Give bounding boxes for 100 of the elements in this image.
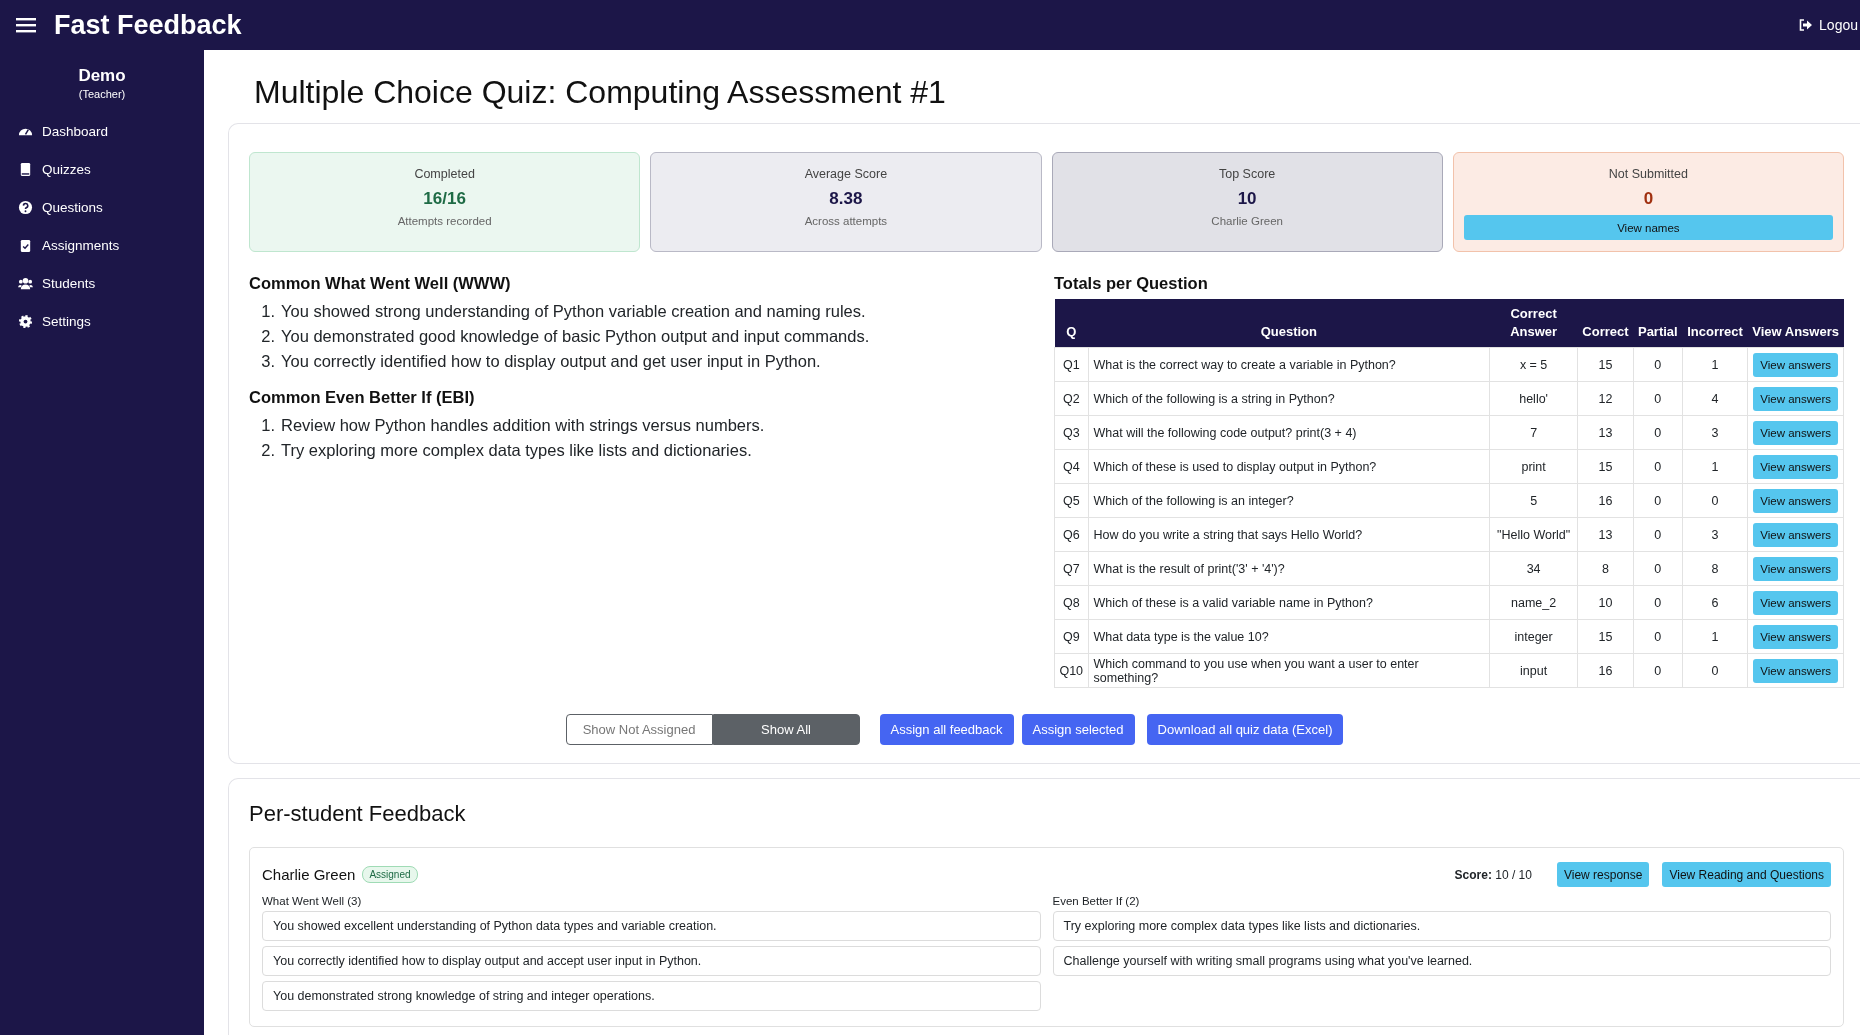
table-cell: 0 xyxy=(1633,415,1683,450)
table-cell: What data type is the value 10? xyxy=(1088,619,1490,654)
table-cell: 3 xyxy=(1682,415,1748,450)
stat-caption: Charlie Green xyxy=(1211,215,1283,227)
section-heading: Common What Went Well (WWW) xyxy=(249,274,512,293)
view-answers-button[interactable]: View answers xyxy=(1753,488,1838,513)
action-button[interactable]: Assign selected xyxy=(1021,714,1135,745)
view-answers-button[interactable]: View answers xyxy=(1753,658,1838,683)
table-cell: Q6 xyxy=(1054,517,1088,552)
sidebar-item[interactable]: Settings xyxy=(0,302,204,340)
view-answers-button[interactable]: View answers xyxy=(1753,522,1838,547)
menu-icon[interactable] xyxy=(16,17,36,33)
table-cell: 15 xyxy=(1577,449,1634,484)
table-cell: Q5 xyxy=(1054,483,1088,518)
settings-icon xyxy=(18,313,33,329)
clipboard-check-icon xyxy=(18,237,33,253)
table-cell: 0 xyxy=(1633,585,1683,620)
feedback-item: You showed strong understanding of Python variable creation and naming rules. xyxy=(281,301,866,322)
feedback-field: You correctly identified how to display output and accept user input in Python. xyxy=(262,946,1041,976)
section-heading: Common Even Better If (EBI) xyxy=(249,388,476,407)
stat-label: Top Score xyxy=(1219,167,1276,181)
column-header: Incorrect xyxy=(1682,299,1748,348)
column-header: Partial xyxy=(1633,299,1683,348)
feedback-label: What Went Well (3) xyxy=(262,895,363,907)
table-cell: Which of the following is an integer? xyxy=(1088,483,1490,518)
section-heading: Totals per Question xyxy=(1054,274,1209,293)
table-cell: Which command to you use when you want a user to enter something? xyxy=(1088,653,1490,688)
feedback-item: Review how Python handles addition with strings versus numbers. xyxy=(281,415,765,436)
table-cell: 15 xyxy=(1577,347,1634,382)
table-cell: Q8 xyxy=(1054,585,1088,620)
table-cell: 0 xyxy=(1633,347,1683,382)
table-cell: 0 xyxy=(1633,517,1683,552)
table-cell: 0 xyxy=(1633,619,1683,654)
view-answers-button[interactable]: View answers xyxy=(1753,386,1838,411)
score-text: Score: 10 / 10 xyxy=(1454,867,1532,882)
feedback-item: You correctly identified how to display output and get user input in Python. xyxy=(281,351,821,372)
stat-caption: Across attempts xyxy=(804,215,888,227)
question-icon xyxy=(18,199,33,215)
student-action-button[interactable]: View Reading and Questions xyxy=(1662,862,1831,887)
view-answers-button[interactable]: View answers xyxy=(1753,556,1838,581)
user-name: Demo xyxy=(77,66,127,86)
table-cell: Q3 xyxy=(1054,415,1088,450)
table-cell: Q2 xyxy=(1054,381,1088,416)
sidebar-item[interactable]: Assignments xyxy=(0,226,204,264)
logout-link[interactable]: Logou xyxy=(1799,17,1858,33)
table-cell: 1 xyxy=(1682,347,1748,382)
table-cell: 7 xyxy=(1489,415,1578,450)
sidebar-item[interactable]: Quizzes xyxy=(0,150,204,188)
table-cell: 0 xyxy=(1633,551,1683,586)
view-names-button[interactable]: View names xyxy=(1463,215,1833,240)
table-cell: 0 xyxy=(1633,381,1683,416)
table-cell: How do you write a string that says Hello World? xyxy=(1088,517,1490,552)
column-header: Q xyxy=(1054,299,1088,348)
filter-toggle[interactable]: Show All xyxy=(712,714,860,745)
stat-value: 0 xyxy=(1643,189,1654,209)
table-cell: 4 xyxy=(1682,381,1748,416)
users-icon xyxy=(18,275,33,291)
column-header: Question xyxy=(1088,299,1490,348)
column-header: Correct xyxy=(1577,299,1634,348)
feedback-field: You showed excellent understanding of Python data types and variable creation. xyxy=(262,911,1041,941)
table-cell: 0 xyxy=(1633,449,1683,484)
feedback-label: Even Better If (2) xyxy=(1052,895,1141,907)
view-answers-button[interactable]: View answers xyxy=(1753,624,1838,649)
status-badge: Assigned xyxy=(362,866,418,883)
table-cell: What is the correct way to create a variable in Python? xyxy=(1088,347,1490,382)
student-name: Charlie Green xyxy=(262,866,356,883)
action-button[interactable]: Assign all feedback xyxy=(879,714,1014,745)
list-number: 2. xyxy=(260,440,275,461)
table-cell: 34 xyxy=(1489,551,1578,586)
view-answers-button[interactable]: View answers xyxy=(1753,454,1838,479)
student-action-button[interactable]: View response xyxy=(1556,862,1650,887)
table-cell: 6 xyxy=(1682,585,1748,620)
table-cell: Q1 xyxy=(1054,347,1088,382)
table-cell: Which of these is used to display output in Python? xyxy=(1088,449,1490,484)
table-cell: What will the following code output? print(3 + 4) xyxy=(1088,415,1490,450)
logout-icon xyxy=(1799,19,1814,31)
table-cell: 1 xyxy=(1682,449,1748,484)
feedback-field: Try exploring more complex data types like lists and dictionaries. xyxy=(1052,911,1831,941)
book-icon xyxy=(18,161,33,177)
table-cell: x = 5 xyxy=(1489,347,1578,382)
table-cell: name_2 xyxy=(1489,585,1578,620)
sidebar-item[interactable]: Students xyxy=(0,264,204,302)
view-answers-button[interactable]: View answers xyxy=(1753,352,1838,377)
view-answers-button[interactable]: View answers xyxy=(1753,420,1838,445)
table-cell: 0 xyxy=(1633,483,1683,518)
stat-value: 16/16 xyxy=(423,189,466,209)
list-number: 1. xyxy=(260,301,275,322)
table-cell: Q4 xyxy=(1054,449,1088,484)
stat-label: Completed xyxy=(414,167,475,181)
table-cell: 13 xyxy=(1577,517,1634,552)
table-cell: 15 xyxy=(1577,619,1634,654)
filter-toggle[interactable]: Show Not Assigned xyxy=(565,714,713,745)
sidebar-item[interactable]: Dashboard xyxy=(0,112,204,150)
view-answers-button[interactable]: View answers xyxy=(1753,590,1838,615)
table-cell: 3 xyxy=(1682,517,1748,552)
action-button[interactable]: Download all quiz data (Excel) xyxy=(1146,714,1344,745)
table-cell: Which of these is a valid variable name in Python? xyxy=(1088,585,1490,620)
sidebar-item[interactable]: Questions xyxy=(0,188,204,226)
table-cell: 16 xyxy=(1577,483,1634,518)
table-cell: 5 xyxy=(1489,483,1578,518)
